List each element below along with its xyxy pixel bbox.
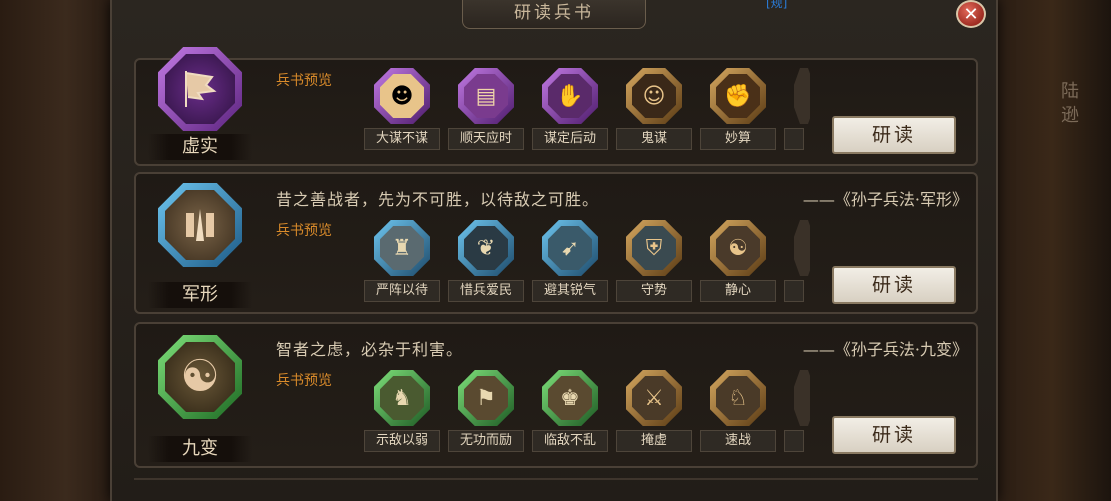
skill-item[interactable]: ☯ 静心 — [700, 220, 776, 320]
skill-label: 临敌不乱 — [532, 430, 608, 452]
book-quote: 昔之善战者，先为不可胜，以待敌之可胜。 — [276, 190, 600, 209]
close-button[interactable]: ✕ — [956, 0, 986, 28]
hero-name-text: 陆逊 — [1061, 81, 1079, 126]
emblem-xushi — [152, 47, 248, 131]
formation-icon — [165, 190, 235, 260]
book-name: 虚实 — [148, 134, 252, 160]
book-name: 军形 — [148, 282, 252, 308]
skill-item[interactable]: ➹ 避其锐气 — [532, 220, 608, 320]
skill-item[interactable]: ⛨ 守势 — [616, 220, 692, 320]
skill-label: 惜兵爱民 — [448, 280, 524, 302]
abacus-icon: ✊ — [716, 74, 760, 118]
skill-item[interactable]: ♜ 严阵以待 — [364, 220, 440, 320]
skill-item[interactable]: ✋ 谋定后动 — [532, 68, 608, 168]
skill-list: ♞ 示敌以弱 ⚑ 无功而励 ♚ 临敌不乱 ⚔ 掩虚 ♘ 速战 — [364, 370, 810, 470]
skill-label: 掩虚 — [616, 430, 692, 452]
skill-item[interactable]: ☺ 鬼谋 — [616, 68, 692, 168]
skill-label: 谋定后动 — [532, 128, 608, 150]
skill-item[interactable]: ⚔ 掩虚 — [616, 370, 692, 470]
charge-icon: ⚔ — [632, 376, 676, 420]
kneeling-soldier-icon: ♞ — [380, 376, 424, 420]
skill-label: 鬼谋 — [616, 128, 692, 150]
yin-yang-icon: ☯ — [165, 342, 235, 412]
shield-icon: ⛨ — [632, 226, 676, 270]
skill-label: 大谋不谋 — [364, 128, 440, 150]
emblem-junxing — [152, 183, 248, 267]
skill-item[interactable]: ⚑ 无功而励 — [448, 370, 524, 470]
study-button[interactable]: 研读 — [832, 266, 956, 304]
book-row-xushi: 虚实 兵书预览 ☻ 大谋不谋 ▤ 顺天应时 ✋ 谋定后动 ☺ 鬼谋 ✊ 妙算 研… — [134, 47, 978, 168]
skill-label: 避其锐气 — [532, 280, 608, 302]
emblem-jiubian: ☯ — [152, 335, 248, 419]
scroll-icon: ▤ — [464, 74, 508, 118]
troops-icon: ♜ — [380, 226, 424, 270]
dialog-bottom-border — [134, 478, 978, 496]
skill-item[interactable]: ☻ 大谋不谋 — [364, 68, 440, 168]
general-icon: ♚ — [548, 376, 592, 420]
preview-label: 兵书预览 — [276, 373, 332, 389]
strategist-icon: ✋ — [548, 74, 592, 118]
banner-soldier-icon: ⚑ — [464, 376, 508, 420]
skill-list: ☻ 大谋不谋 ▤ 顺天应时 ✋ 谋定后动 ☺ 鬼谋 ✊ 妙算 — [364, 68, 810, 168]
skill-item-partial — [784, 370, 810, 470]
cavalry-icon: ♘ — [716, 376, 760, 420]
study-button[interactable]: 研读 — [832, 116, 956, 154]
dodge-icon: ➹ — [548, 226, 592, 270]
skill-item[interactable]: ♚ 临敌不乱 — [532, 370, 608, 470]
skill-label: 示敌以弱 — [364, 430, 440, 452]
skill-item[interactable]: ✊ 妙算 — [700, 68, 776, 168]
sprout-icon: ❦ — [464, 226, 508, 270]
book-row-jiubian: ☯ 九变 智者之虑，必杂于利害。 ——《孙子兵法·九变》 兵书预览 ♞ 示敌以弱… — [134, 322, 978, 468]
skill-item[interactable]: ♞ 示敌以弱 — [364, 370, 440, 470]
skill-label: 速战 — [700, 430, 776, 452]
study-dialog: 研读兵书 [规] ✕ 虚实 兵书预览 ☻ 大谋不谋 ▤ 顺天应时 ✋ 谋定后动 — [110, 0, 998, 501]
skill-item[interactable]: ▤ 顺天应时 — [448, 68, 524, 168]
book-row-junxing: 军形 昔之善战者，先为不可胜，以待敌之可胜。 ——《孙子兵法·军形》 兵书预览 … — [134, 172, 978, 314]
book-quote: 智者之虑，必杂于利害。 — [276, 340, 464, 359]
skill-item[interactable]: ♘ 速战 — [700, 370, 776, 470]
skill-list: ♜ 严阵以待 ❦ 惜兵爱民 ➹ 避其锐气 ⛨ 守势 ☯ 静心 — [364, 220, 810, 320]
book-source: ——《孙子兵法·九变》 — [802, 340, 968, 359]
skill-item-partial — [784, 220, 810, 320]
background-right: 陆逊 — [993, 0, 1111, 501]
skill-label: 严阵以待 — [364, 280, 440, 302]
background-left — [0, 0, 110, 501]
skill-label: 守势 — [616, 280, 692, 302]
study-button[interactable]: 研读 — [832, 416, 956, 454]
preview-label: 兵书预览 — [276, 223, 332, 239]
skill-label: 静心 — [700, 280, 776, 302]
ghost-advisor-icon: ☺ — [632, 74, 676, 118]
book-name: 九变 — [148, 436, 252, 462]
meditation-icon: ☯ — [716, 226, 760, 270]
dialog-title: 研读兵书 — [462, 0, 646, 29]
skill-label: 妙算 — [700, 128, 776, 150]
skill-label: 无功而励 — [448, 430, 524, 452]
preview-label: 兵书预览 — [276, 73, 332, 89]
sage-icon: ☻ — [380, 74, 424, 118]
skill-item[interactable]: ❦ 惜兵爱民 — [448, 220, 524, 320]
top-link-fragment: [规] — [766, 0, 788, 10]
book-source: ——《孙子兵法·军形》 — [802, 190, 968, 209]
skill-label: 顺天应时 — [448, 128, 524, 150]
skill-item-partial — [784, 68, 810, 168]
tattered-flag-icon — [165, 54, 235, 124]
